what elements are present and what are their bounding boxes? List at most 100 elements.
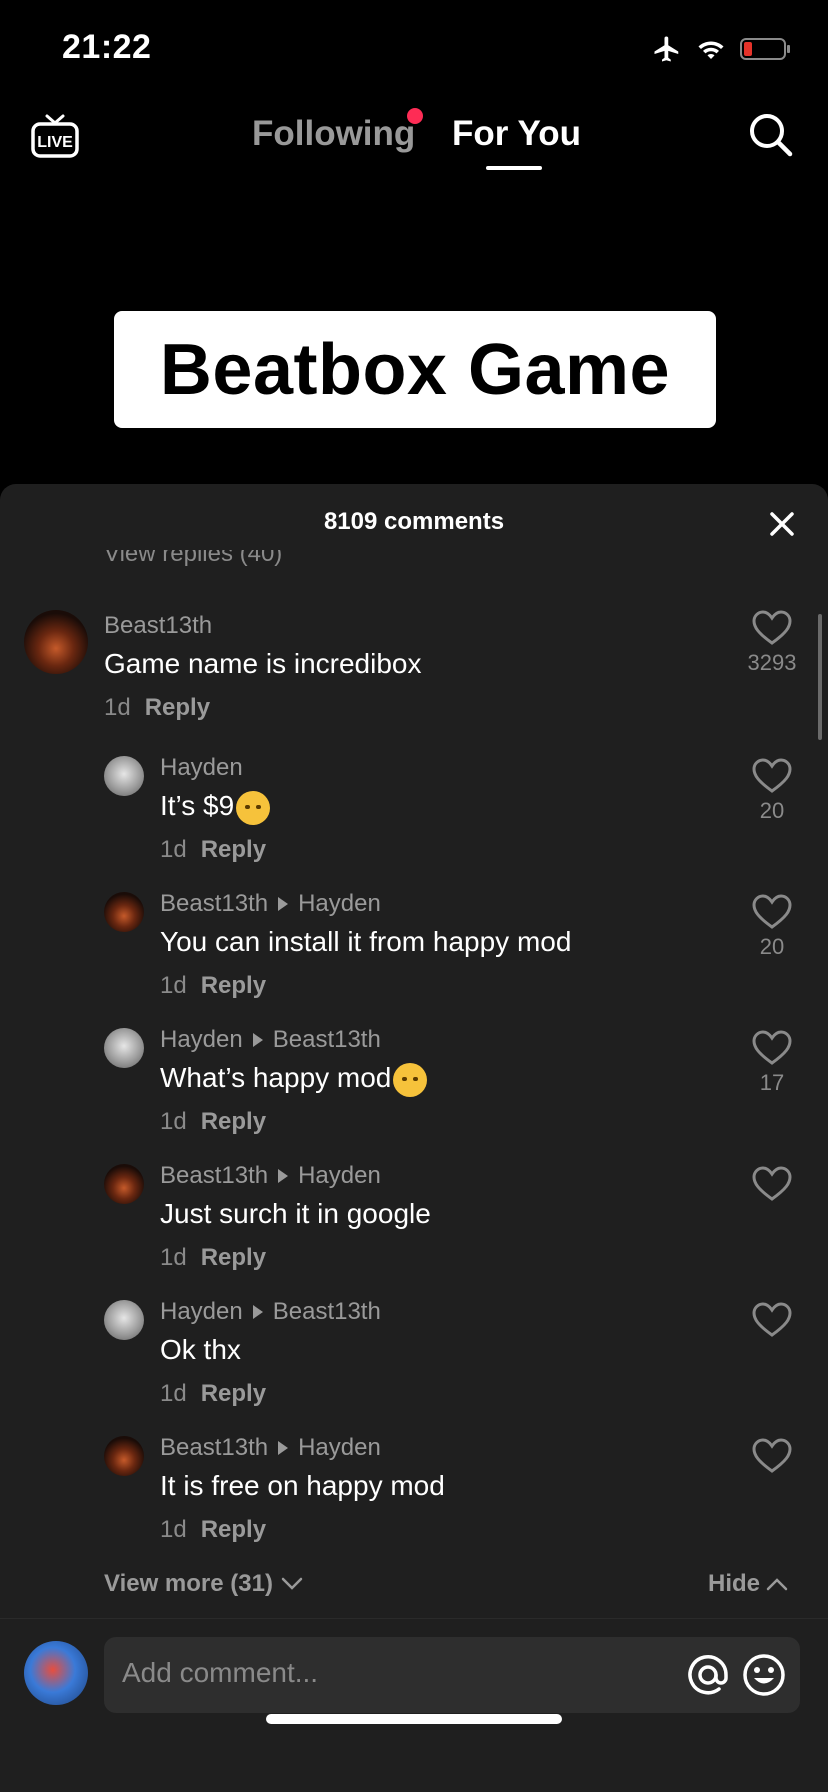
like-button[interactable] [744,1302,800,1338]
username[interactable]: Hayden [160,754,243,782]
reply-text: It’s $9 [160,790,271,825]
heart-icon [752,1438,792,1473]
reply-to-username[interactable]: Hayden [298,1434,381,1462]
username[interactable]: Beast13th [160,1434,268,1462]
reply-button[interactable]: Reply [201,836,266,864]
view-replies-link[interactable]: View replies (40) [104,550,282,566]
avatar[interactable] [104,1164,144,1204]
reply-item: Hayden Beast13th Ok thx 1d Reply [0,1298,828,1418]
close-button[interactable] [764,506,800,542]
reply-to-username[interactable]: Hayden [298,1162,381,1190]
tab-for-you[interactable]: For You [452,114,581,154]
reply-text: You can install it from happy mod [160,926,571,958]
top-nav: LIVE Following For You [0,100,828,180]
reply-username[interactable]: Hayden Beast13th [160,1298,381,1326]
reply-button[interactable]: Reply [201,1244,266,1272]
avatar[interactable] [104,756,144,796]
reply-to-username[interactable]: Beast13th [273,1026,381,1054]
view-more-button[interactable]: View more (31) [104,1570,303,1598]
reply-arrow-icon [278,897,289,911]
current-user-avatar[interactable] [24,1641,88,1705]
smiley-icon [743,1654,785,1696]
home-indicator[interactable] [266,1714,562,1724]
heart-icon [752,758,792,793]
avatar[interactable] [24,610,88,674]
like-count: 17 [759,1070,785,1095]
chevron-up-icon [766,1578,788,1591]
username[interactable]: Hayden [160,1026,243,1054]
reply-arrow-icon [278,1169,289,1183]
hide-button[interactable]: Hide [708,1570,788,1598]
reply-meta: 1d Reply [160,1516,266,1544]
at-sign-icon [688,1655,728,1695]
avatar[interactable] [104,1300,144,1340]
live-button[interactable]: LIVE [28,110,82,164]
comment-composer: Add comment... [0,1618,828,1792]
reply-to-username[interactable]: Hayden [298,890,381,918]
tab-following[interactable]: Following [252,114,415,154]
reply-age: 1d [160,1108,187,1135]
reply-age: 1d [160,1380,187,1407]
like-button[interactable]: 3293 [744,610,800,676]
search-icon [750,114,793,157]
reply-meta: 1d Reply [160,1244,266,1272]
emoji-button[interactable] [742,1653,786,1697]
heart-icon [752,1030,792,1065]
reply-meta: 1d Reply [160,972,266,1000]
live-tv-icon: LIVE [31,114,79,158]
heart-icon [752,894,792,929]
like-count: 20 [759,798,785,823]
avatar[interactable] [104,892,144,932]
reply-username[interactable]: Hayden Beast13th [160,1026,381,1054]
username[interactable]: Beast13th [104,612,212,640]
reply-text-content: It’s $9 [160,790,235,821]
battery-icon [740,38,790,60]
like-button[interactable]: 17 [744,1030,800,1096]
reply-text: Ok thx [160,1334,241,1366]
reply-username[interactable]: Hayden [160,754,243,782]
like-count: 20 [759,934,785,959]
reply-text-content: Ok thx [160,1334,241,1365]
live-label: LIVE [37,134,73,151]
mention-button[interactable] [686,1653,730,1697]
status-bar: 21:22 [0,0,828,100]
wifi-icon [698,41,724,59]
status-icons [652,34,792,64]
reply-meta: 1d Reply [160,1108,266,1136]
reply-button[interactable]: Reply [201,1380,266,1408]
like-button[interactable]: 20 [744,758,800,824]
username[interactable]: Hayden [160,1298,243,1326]
reply-age: 1d [160,836,187,863]
reply-text-content: What’s happy mod [160,1062,392,1093]
reply-to-username[interactable]: Beast13th [273,1298,381,1326]
reply-button[interactable]: Reply [201,972,266,1000]
username[interactable]: Beast13th [160,1162,268,1190]
reply-button[interactable]: Reply [201,1108,266,1136]
view-more-label: View more (31) [104,1570,273,1597]
active-tab-indicator [486,166,542,170]
hide-label: Hide [707,1570,760,1597]
comment-placeholder: Add comment... [122,1657,319,1688]
comment-age: 1d [104,694,131,721]
reply-username[interactable]: Beast13th Hayden [160,1162,381,1190]
comment-username[interactable]: Beast13th [104,612,212,640]
search-button[interactable] [746,110,796,160]
username[interactable]: Beast13th [160,890,268,918]
avatar[interactable] [104,1436,144,1476]
like-button[interactable] [744,1438,800,1474]
heart-icon [752,1166,792,1201]
reply-text-content: It is free on happy mod [160,1470,445,1501]
comment-input[interactable]: Add comment... [104,1637,800,1713]
avatar[interactable] [104,1028,144,1068]
status-time: 21:22 [62,28,152,66]
reply-button[interactable]: Reply [201,1516,266,1544]
heart-icon [752,1302,792,1337]
like-button[interactable]: 20 [744,894,800,960]
reply-username[interactable]: Beast13th Hayden [160,890,381,918]
airplane-icon [654,36,679,62]
comment-item: Beast13th Game name is incredibox 1d Rep… [0,610,828,740]
pensive-face-icon [236,790,271,825]
like-button[interactable] [744,1166,800,1202]
reply-username[interactable]: Beast13th Hayden [160,1434,381,1462]
reply-button[interactable]: Reply [145,694,210,722]
